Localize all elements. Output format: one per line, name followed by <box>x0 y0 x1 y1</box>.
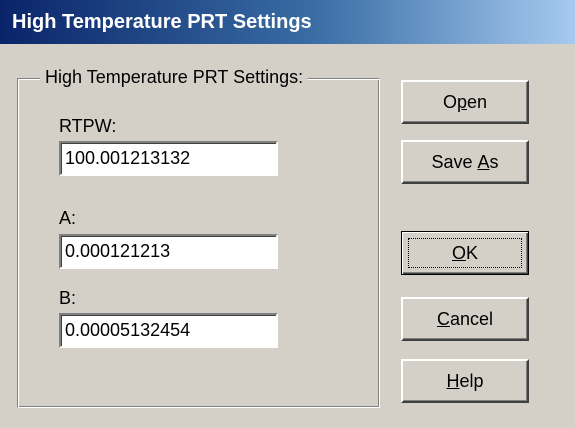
save-as-label-mnemonic: A <box>477 151 490 172</box>
cancel-label-mnemonic: C <box>436 308 450 329</box>
dialog-client-area: High Temperature PRT Settings: RTPW: A: … <box>0 44 575 428</box>
settings-dialog: High Temperature PRT Settings High Tempe… <box>0 0 575 428</box>
ok-label-post: K <box>466 242 479 263</box>
b-label: B: <box>59 288 77 308</box>
title-bar[interactable]: High Temperature PRT Settings <box>0 0 575 44</box>
cancel-button[interactable]: Cancel <box>401 297 529 341</box>
open-button[interactable]: Op en <box>401 80 529 124</box>
b-input[interactable] <box>59 313 278 348</box>
open-label-mnemonic: p <box>456 91 467 112</box>
save-as-button[interactable]: Save As <box>401 140 529 184</box>
a-label: A: <box>59 208 77 228</box>
ok-button-label: OK <box>402 232 528 274</box>
help-label-mnemonic: H <box>446 370 460 391</box>
save-as-button-label: Save As <box>403 142 527 182</box>
ok-button[interactable]: OK <box>401 231 529 275</box>
rtpw-input[interactable] <box>59 141 278 176</box>
help-button[interactable]: Help <box>401 359 529 403</box>
a-input[interactable] <box>59 234 278 269</box>
rtpw-label: RTPW: <box>59 116 117 136</box>
save-as-label-pre: Save <box>431 151 478 172</box>
cancel-button-label: Cancel <box>403 299 527 339</box>
save-as-label-post: s <box>489 151 499 172</box>
open-label-post: en <box>467 91 488 112</box>
help-button-label: Help <box>403 361 527 401</box>
ok-label-mnemonic: O <box>451 242 466 263</box>
help-label-post: elp <box>459 370 484 391</box>
cancel-label-post: ancel <box>449 308 494 329</box>
open-button-label: Op en <box>403 82 527 122</box>
open-label-pre: O <box>442 91 457 112</box>
groupbox-legend: High Temperature PRT Settings: <box>40 64 309 90</box>
window-title: High Temperature PRT Settings <box>12 11 312 33</box>
